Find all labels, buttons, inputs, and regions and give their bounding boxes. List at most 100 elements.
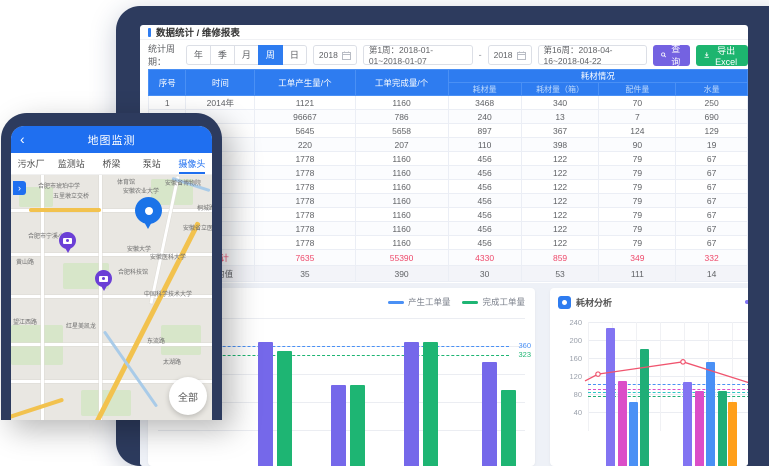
- phone-header: ‹ 地图监测: [11, 126, 212, 153]
- table-cell: 456: [448, 222, 521, 236]
- table-cell: 332: [676, 250, 748, 266]
- table-cell: 1160: [355, 180, 448, 194]
- table-row: 177811604561227967: [149, 194, 748, 208]
- table-cell: 398: [521, 138, 599, 152]
- export-excel-button[interactable]: 导出Excel: [696, 45, 748, 66]
- table-cell: 14: [676, 266, 748, 282]
- table-cell: 349: [599, 250, 676, 266]
- map-poi-label: 安徽医科大学: [150, 252, 186, 261]
- map-canvas[interactable]: 合肥市琥珀中学体育馆安徽农业大学安徽省博物院五里墩立交桥桐城路合肥市宁溪小学安徽…: [11, 175, 212, 420]
- table-cell: 1778: [255, 222, 355, 236]
- table-cell: 129: [676, 124, 748, 138]
- table-cell: 456: [448, 236, 521, 250]
- table-cell: 67: [676, 194, 748, 208]
- back-chevron-icon[interactable]: ‹: [20, 130, 25, 148]
- map-poi-label: 东流路: [147, 336, 165, 345]
- calendar-icon: [517, 51, 526, 60]
- bar-完成工单量[interactable]: [423, 342, 438, 466]
- map-poi-label: 桐城路: [197, 203, 212, 212]
- bar-完成工单量[interactable]: [501, 390, 516, 466]
- table-cell: 1160: [355, 222, 448, 236]
- reference-line-label: 360: [518, 341, 531, 350]
- table-cell: 456: [448, 152, 521, 166]
- table-cell: 122: [521, 236, 599, 250]
- export-button-label: 导出Excel: [712, 44, 740, 67]
- map-main-road: [11, 398, 64, 420]
- start-year-select[interactable]: 2018: [313, 45, 357, 65]
- table-cell: 122: [521, 166, 599, 180]
- map-poi-label: 合肥科技馆: [118, 267, 148, 276]
- map-poi-label: 五里墩立交桥: [53, 191, 89, 200]
- table-cell: 122: [521, 208, 599, 222]
- table-cell: 240: [448, 110, 521, 124]
- table-cell: 79: [599, 236, 676, 250]
- start-year-value: 2018: [319, 50, 338, 60]
- camera-icon: [99, 276, 108, 282]
- table-cell: 13: [521, 110, 599, 124]
- bar-完成工单量[interactable]: [350, 385, 365, 466]
- consumables-bar-line-chart: 2402001601208040: [550, 288, 748, 466]
- download-icon: [704, 51, 710, 59]
- table-cell: 1121: [255, 96, 355, 110]
- period-option-月[interactable]: 月: [234, 45, 259, 65]
- map-poi-label: 体育馆: [117, 177, 135, 186]
- table-cell: 220: [255, 138, 355, 152]
- table-cell: 79: [599, 152, 676, 166]
- search-icon: [661, 51, 666, 59]
- period-option-周[interactable]: 周: [258, 45, 283, 65]
- phone-tab-泵站[interactable]: 泵站: [132, 153, 172, 174]
- table-cell: 367: [521, 124, 599, 138]
- table-row: 56455658897367124129: [149, 124, 748, 138]
- camera-marker[interactable]: [59, 232, 76, 249]
- query-button[interactable]: 查询: [653, 45, 690, 66]
- map-poi-label: 合肥市琥珀中学: [38, 181, 80, 190]
- camera-marker[interactable]: [95, 270, 112, 287]
- period-option-季[interactable]: 季: [210, 45, 235, 65]
- phone-tab-污水厂[interactable]: 污水厂: [11, 153, 51, 174]
- column-header: 序号: [149, 70, 186, 96]
- table-cell: 1160: [355, 96, 448, 110]
- bar-产生工单量[interactable]: [331, 385, 346, 466]
- phone-tab-监测站[interactable]: 监测站: [51, 153, 91, 174]
- table-cell: 79: [599, 180, 676, 194]
- table-cell: 4330: [448, 250, 521, 266]
- map-poi-label: 太湖路: [163, 357, 181, 366]
- table-row: 2202071103989019: [149, 138, 748, 152]
- end-week-value: 第16周：2018-04-16~2018-04-22: [544, 44, 642, 66]
- period-label: 统计周期：: [148, 42, 180, 68]
- table-cell: 690: [676, 110, 748, 124]
- end-week-input[interactable]: 第16周：2018-04-16~2018-04-22: [538, 45, 648, 65]
- table-cell: 90: [599, 138, 676, 152]
- show-all-button[interactable]: 全部: [169, 377, 207, 415]
- bar-产生工单量[interactable]: [258, 342, 273, 466]
- table-row: 177811604561227967: [149, 152, 748, 166]
- charts-area: 产生工单量完成工单量 360323 耗材分析 2402001601208040: [140, 283, 748, 466]
- sub-column-header: 配件量: [599, 83, 676, 96]
- table-cell: 5658: [355, 124, 448, 138]
- bar-完成工单量[interactable]: [277, 351, 292, 466]
- bar-产生工单量[interactable]: [482, 362, 497, 466]
- phone-device: ‹ 地图监测 污水厂监测站桥梁泵站摄像头 合肥市琥珀中学体育馆安徽农: [1, 113, 222, 420]
- phone-tab-桥梁[interactable]: 桥梁: [91, 153, 131, 174]
- table-cell: 79: [599, 194, 676, 208]
- map-park-patch: [161, 325, 201, 355]
- selected-camera-marker[interactable]: [135, 197, 162, 224]
- bar-产生工单量[interactable]: [404, 342, 419, 466]
- column-header: 时间: [186, 70, 255, 96]
- consumables-chart-card: 耗材分析 2402001601208040: [550, 288, 748, 466]
- period-option-日[interactable]: 日: [282, 45, 307, 65]
- trend-line: [550, 288, 748, 466]
- map-poi-label: 安徽省立医院: [183, 223, 212, 232]
- phone-tab-摄像头[interactable]: 摄像头: [172, 153, 212, 174]
- end-year-select[interactable]: 2018: [488, 45, 532, 65]
- range-separator: -: [479, 50, 482, 60]
- filter-bar: 统计周期： 年季月周日 2018 第1周：2018-01-01~2018-01-…: [140, 41, 748, 69]
- start-week-input[interactable]: 第1周：2018-01-01~2018-01-07: [363, 45, 473, 65]
- period-option-年[interactable]: 年: [186, 45, 211, 65]
- map-expand-button[interactable]: ›: [13, 181, 26, 195]
- table-cell: 456: [448, 180, 521, 194]
- end-year-value: 2018: [494, 50, 513, 60]
- table-cell: 67: [676, 166, 748, 180]
- table-cell: 35: [255, 266, 355, 282]
- table-cell: 122: [521, 222, 599, 236]
